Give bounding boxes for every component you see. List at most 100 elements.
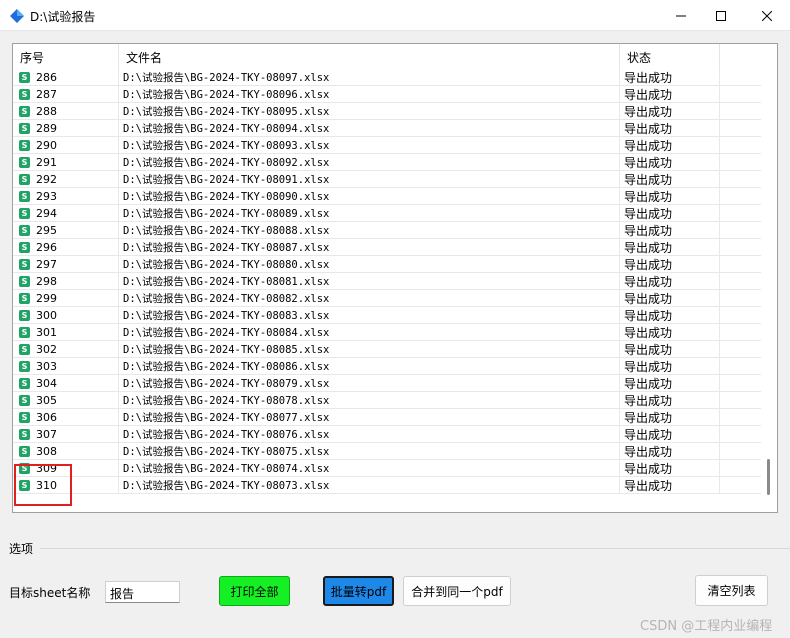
row-number-cell: S 292	[13, 171, 119, 187]
row-status: 导出成功	[620, 358, 720, 374]
row-filler	[720, 69, 761, 85]
row-number-cell: S 293	[13, 188, 119, 204]
table-row[interactable]: S 295 D:\试验报告\BG-2024-TKY-08088.xlsx 导出成功	[13, 222, 761, 239]
row-filler	[720, 239, 761, 255]
column-header-filler	[720, 44, 777, 69]
row-number: 306	[36, 410, 57, 424]
clear-list-button[interactable]: 清空列表	[695, 575, 768, 606]
table-row[interactable]: S 306 D:\试验报告\BG-2024-TKY-08077.xlsx 导出成功	[13, 409, 761, 426]
table-row[interactable]: S 297 D:\试验报告\BG-2024-TKY-08080.xlsx 导出成功	[13, 256, 761, 273]
list-rows: S 286 D:\试验报告\BG-2024-TKY-08097.xlsx 导出成功 S 2…	[13, 69, 761, 512]
row-number-cell: S 297	[13, 256, 119, 272]
row-status: 导出成功	[620, 426, 720, 442]
table-row[interactable]: S 291 D:\试验报告\BG-2024-TKY-08092.xlsx 导出成功	[13, 154, 761, 171]
table-row[interactable]: S 293 D:\试验报告\BG-2024-TKY-08090.xlsx 导出成功	[13, 188, 761, 205]
row-status: 导出成功	[620, 120, 720, 136]
row-filler	[720, 188, 761, 204]
table-row[interactable]: S 300 D:\试验报告\BG-2024-TKY-08083.xlsx 导出成功	[13, 307, 761, 324]
highlight-annotation	[14, 464, 72, 506]
row-filler	[720, 86, 761, 102]
app-icon	[10, 9, 24, 23]
table-row[interactable]: S 299 D:\试验报告\BG-2024-TKY-08082.xlsx 导出成功	[13, 290, 761, 307]
row-filler	[720, 358, 761, 374]
row-status: 导出成功	[620, 86, 720, 102]
table-row[interactable]: S 305 D:\试验报告\BG-2024-TKY-08078.xlsx 导出成功	[13, 392, 761, 409]
row-number-cell: S 308	[13, 443, 119, 459]
row-number: 307	[36, 427, 57, 441]
row-filename: D:\试验报告\BG-2024-TKY-08084.xlsx	[119, 324, 620, 340]
row-filler	[720, 120, 761, 136]
row-number: 297	[36, 257, 57, 271]
table-row[interactable]: S 310 D:\试验报告\BG-2024-TKY-08073.xlsx 导出成功	[13, 477, 761, 494]
file-list[interactable]: 序号 文件名 状态 S 286 D:\试验报告\BG-2024-TKY-08097.…	[12, 43, 778, 513]
excel-file-icon: S	[19, 411, 30, 423]
row-filename: D:\试验报告\BG-2024-TKY-08075.xlsx	[119, 443, 620, 459]
row-number: 301	[36, 325, 57, 339]
row-filename: D:\试验报告\BG-2024-TKY-08085.xlsx	[119, 341, 620, 357]
table-row[interactable]: S 286 D:\试验报告\BG-2024-TKY-08097.xlsx 导出成功	[13, 69, 761, 86]
table-row[interactable]: S 303 D:\试验报告\BG-2024-TKY-08086.xlsx 导出成功	[13, 358, 761, 375]
row-filler	[720, 426, 761, 442]
row-status: 导出成功	[620, 273, 720, 289]
row-filename: D:\试验报告\BG-2024-TKY-08081.xlsx	[119, 273, 620, 289]
vertical-scrollbar[interactable]	[761, 69, 777, 512]
merge-pdf-button[interactable]: 合并到同一个pdf	[403, 576, 511, 606]
row-filename: D:\试验报告\BG-2024-TKY-08093.xlsx	[119, 137, 620, 153]
row-number: 302	[36, 342, 57, 356]
row-filler	[720, 375, 761, 391]
row-status: 导出成功	[620, 205, 720, 221]
row-number: 291	[36, 155, 57, 169]
table-row[interactable]: S 301 D:\试验报告\BG-2024-TKY-08084.xlsx 导出成功	[13, 324, 761, 341]
excel-file-icon: S	[19, 139, 30, 151]
row-filename: D:\试验报告\BG-2024-TKY-08079.xlsx	[119, 375, 620, 391]
row-status: 导出成功	[620, 324, 720, 340]
row-filename: D:\试验报告\BG-2024-TKY-08096.xlsx	[119, 86, 620, 102]
table-row[interactable]: S 304 D:\试验报告\BG-2024-TKY-08079.xlsx 导出成功	[13, 375, 761, 392]
column-header-number[interactable]: 序号	[13, 44, 119, 69]
excel-file-icon: S	[19, 343, 30, 355]
sheet-name-input[interactable]: 报告	[105, 581, 180, 603]
row-filler	[720, 103, 761, 119]
row-filename: D:\试验报告\BG-2024-TKY-08091.xlsx	[119, 171, 620, 187]
row-filler	[720, 477, 761, 493]
row-number-cell: S 303	[13, 358, 119, 374]
table-row[interactable]: S 288 D:\试验报告\BG-2024-TKY-08095.xlsx 导出成功	[13, 103, 761, 120]
close-button[interactable]	[744, 0, 790, 31]
row-number: 289	[36, 121, 57, 135]
table-row[interactable]: S 296 D:\试验报告\BG-2024-TKY-08087.xlsx 导出成功	[13, 239, 761, 256]
scrollbar-thumb[interactable]	[767, 459, 770, 495]
row-number: 298	[36, 274, 57, 288]
excel-file-icon: S	[19, 105, 30, 117]
row-filename: D:\试验报告\BG-2024-TKY-08095.xlsx	[119, 103, 620, 119]
maximize-button[interactable]	[698, 0, 744, 31]
table-row[interactable]: S 309 D:\试验报告\BG-2024-TKY-08074.xlsx 导出成功	[13, 460, 761, 477]
table-row[interactable]: S 307 D:\试验报告\BG-2024-TKY-08076.xlsx 导出成功	[13, 426, 761, 443]
table-row[interactable]: S 287 D:\试验报告\BG-2024-TKY-08096.xlsx 导出成功	[13, 86, 761, 103]
table-row[interactable]: S 289 D:\试验报告\BG-2024-TKY-08094.xlsx 导出成功	[13, 120, 761, 137]
row-number-cell: S 287	[13, 86, 119, 102]
excel-file-icon: S	[19, 326, 30, 338]
table-row[interactable]: S 308 D:\试验报告\BG-2024-TKY-08075.xlsx 导出成功	[13, 443, 761, 460]
row-filler	[720, 137, 761, 153]
row-number-cell: S 289	[13, 120, 119, 136]
table-row[interactable]: S 294 D:\试验报告\BG-2024-TKY-08089.xlsx 导出成功	[13, 205, 761, 222]
table-row[interactable]: S 298 D:\试验报告\BG-2024-TKY-08081.xlsx 导出成功	[13, 273, 761, 290]
table-row[interactable]: S 292 D:\试验报告\BG-2024-TKY-08091.xlsx 导出成功	[13, 171, 761, 188]
row-status: 导出成功	[620, 256, 720, 272]
list-header: 序号 文件名 状态	[13, 44, 777, 69]
column-header-status[interactable]: 状态	[620, 44, 720, 69]
table-row[interactable]: S 290 D:\试验报告\BG-2024-TKY-08093.xlsx 导出成功	[13, 137, 761, 154]
row-filler	[720, 290, 761, 306]
row-number: 287	[36, 87, 57, 101]
row-number: 286	[36, 70, 57, 84]
row-status: 导出成功	[620, 137, 720, 153]
batch-pdf-button[interactable]: 批量转pdf	[323, 576, 394, 606]
row-number-cell: S 288	[13, 103, 119, 119]
column-header-filename[interactable]: 文件名	[119, 44, 620, 69]
row-number: 295	[36, 223, 57, 237]
row-number: 288	[36, 104, 57, 118]
table-row[interactable]: S 302 D:\试验报告\BG-2024-TKY-08085.xlsx 导出成功	[13, 341, 761, 358]
print-all-button[interactable]: 打印全部	[219, 576, 290, 606]
row-status: 导出成功	[620, 290, 720, 306]
row-filler	[720, 409, 761, 425]
